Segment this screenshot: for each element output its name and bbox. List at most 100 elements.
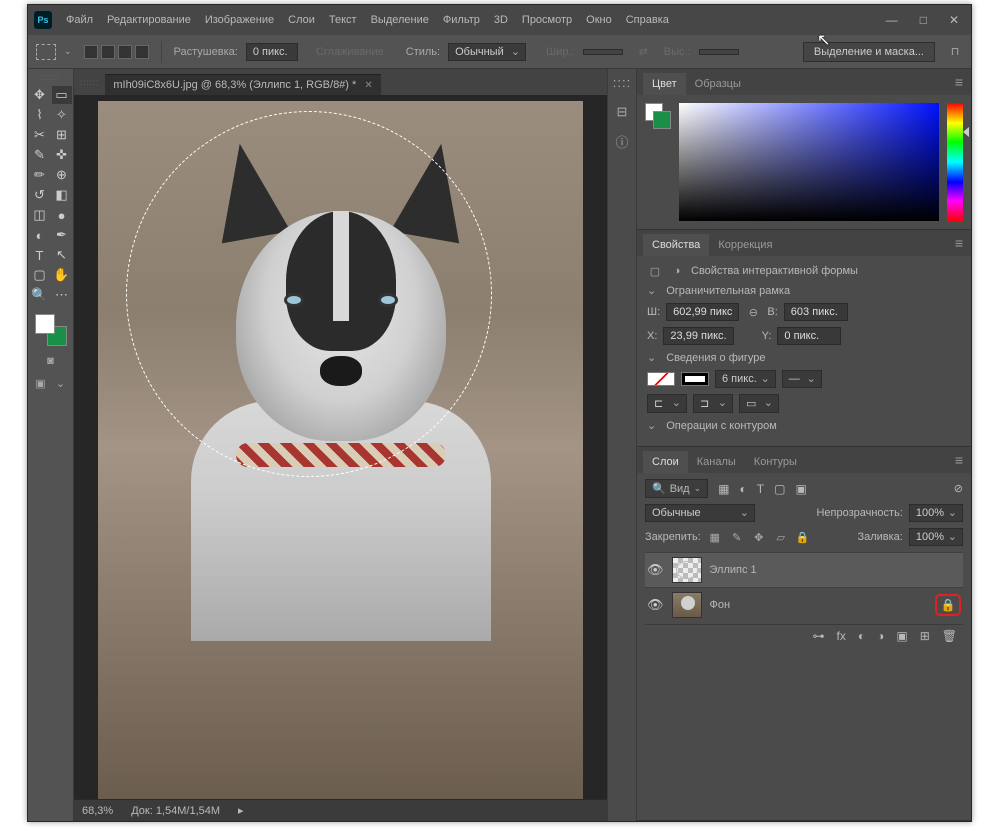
zoom-tool-icon[interactable]: 🔍 xyxy=(30,286,50,304)
tab-layers[interactable]: Слои xyxy=(643,451,688,473)
history-brush-tool-icon[interactable]: ↺ xyxy=(30,186,50,204)
layer-mask-icon[interactable]: ◐ xyxy=(858,629,865,643)
quickmask-icon[interactable]: ◙ xyxy=(42,354,60,368)
hue-slider[interactable] xyxy=(947,103,963,221)
stroke-preview[interactable] xyxy=(681,372,709,386)
grab-handle-icon[interactable]: :::::: xyxy=(80,78,99,87)
marquee-tool-icon[interactable] xyxy=(36,44,56,60)
move-tool-icon[interactable]: ✥ xyxy=(30,86,50,104)
corner-select[interactable]: ⊐ xyxy=(693,394,733,413)
status-arrow-icon[interactable]: ▸ xyxy=(238,804,244,817)
filter-shape-icon[interactable]: ▢ xyxy=(774,482,785,496)
doc-info[interactable]: Док: 1,54M/1,54M xyxy=(131,805,220,817)
panel-menu-icon[interactable]: ≡ xyxy=(955,74,963,90)
frame-tool-icon[interactable]: ⊞ xyxy=(52,126,72,144)
menu-window[interactable]: Окно xyxy=(586,14,612,26)
blur-tool-icon[interactable]: ● xyxy=(52,206,72,224)
menu-filter[interactable]: Фильтр xyxy=(443,14,480,26)
selection-add-icon[interactable] xyxy=(101,45,115,59)
layer-row[interactable]: 👁 Фон 🔒 xyxy=(645,587,963,622)
bbox-section[interactable]: Ограничительная рамка xyxy=(666,285,790,297)
layer-thumbnail[interactable] xyxy=(672,592,702,618)
gradient-tool-icon[interactable]: ◫ xyxy=(30,206,50,224)
lock-all-icon[interactable]: 🔒 xyxy=(795,530,811,544)
align-select[interactable]: ▭ xyxy=(739,394,779,413)
color-field[interactable] xyxy=(679,103,939,221)
marquee-tool-icon[interactable]: ▭ xyxy=(52,86,72,104)
layer-name[interactable]: Эллипс 1 xyxy=(710,564,757,576)
layer-row[interactable]: 👁 Эллипс 1 xyxy=(645,552,963,587)
x-input[interactable]: 23,99 пикс. xyxy=(663,327,733,345)
width-input[interactable]: 602,99 пикс xyxy=(666,303,739,321)
grab-handle-icon[interactable]: :::: xyxy=(613,75,631,90)
select-and-mask-button[interactable]: Выделение и маска... xyxy=(803,42,935,62)
menu-layers[interactable]: Слои xyxy=(288,14,315,26)
layer-name[interactable]: Фон xyxy=(710,599,731,611)
shape-section[interactable]: Сведения о фигуре xyxy=(666,352,765,364)
layer-search[interactable]: 🔍Вид⌄ xyxy=(645,479,708,498)
screen-mode-dropdown-icon[interactable]: ⌄ xyxy=(52,376,70,390)
tab-swatches[interactable]: Образцы xyxy=(686,73,750,95)
adjustment-layer-icon[interactable]: ◑ xyxy=(877,629,884,643)
layer-fx-icon[interactable]: fx xyxy=(837,629,846,643)
lasso-tool-icon[interactable]: ⌇ xyxy=(30,106,50,124)
filter-pixel-icon[interactable]: ▦ xyxy=(718,482,729,496)
close-button[interactable]: ✕ xyxy=(949,13,959,27)
dodge-tool-icon[interactable]: ◐ xyxy=(30,226,50,244)
background-color-icon[interactable] xyxy=(653,111,671,129)
lock-artboard-icon[interactable]: ▱ xyxy=(773,530,789,544)
canvas[interactable]: 68,3% Док: 1,54M/1,54M ▸ xyxy=(74,95,607,821)
foreground-color-icon[interactable] xyxy=(35,314,55,334)
color-swatch-mini[interactable] xyxy=(645,103,671,129)
menu-edit[interactable]: Редактирование xyxy=(107,14,191,26)
group-icon[interactable]: ▣ xyxy=(896,629,907,643)
healing-tool-icon[interactable]: ✜ xyxy=(52,146,72,164)
tab-paths[interactable]: Контуры xyxy=(745,451,806,473)
grab-handle-icon[interactable]: :::::: xyxy=(41,73,60,82)
selection-intersect-icon[interactable] xyxy=(135,45,149,59)
info-panel-icon[interactable]: ⓘ xyxy=(615,132,628,151)
lock-position-icon[interactable]: ✥ xyxy=(751,530,767,544)
menu-3d[interactable]: 3D xyxy=(494,14,508,26)
options-overflow-icon[interactable]: ⊓ xyxy=(947,45,963,59)
artboard[interactable] xyxy=(98,101,583,799)
hand-tool-icon[interactable]: ✋ xyxy=(52,266,72,284)
magic-wand-tool-icon[interactable]: ✧ xyxy=(52,106,72,124)
tab-properties[interactable]: Свойства xyxy=(643,234,709,256)
rectangle-tool-icon[interactable]: ▢ xyxy=(30,266,50,284)
more-tools-icon[interactable]: ⋯ xyxy=(52,286,72,304)
eyedropper-tool-icon[interactable]: ✎ xyxy=(30,146,50,164)
minimize-button[interactable]: — xyxy=(886,13,898,27)
feather-input[interactable]: 0 пикс. xyxy=(246,43,298,61)
stroke-width-select[interactable]: 6 пикс. xyxy=(715,370,776,388)
lock-pixels-icon[interactable]: ✎ xyxy=(729,530,745,544)
document-tab[interactable]: mIh09iC8x6U.jpg @ 68,3% (Эллипс 1, RGB/8… xyxy=(105,74,380,95)
lock-transparency-icon[interactable]: ▦ xyxy=(707,530,723,544)
chevron-down-icon[interactable]: ⌄ xyxy=(647,284,656,297)
pen-tool-icon[interactable]: ✒ xyxy=(52,226,72,244)
zoom-level[interactable]: 68,3% xyxy=(82,805,113,817)
color-swatch[interactable] xyxy=(35,314,67,346)
tab-adjustments[interactable]: Коррекция xyxy=(709,234,781,256)
filter-smart-icon[interactable]: ▣ xyxy=(795,482,806,496)
menu-select[interactable]: Выделение xyxy=(371,14,429,26)
panel-menu-icon[interactable]: ≡ xyxy=(955,235,963,251)
link-layers-icon[interactable]: ⊶ xyxy=(813,629,825,643)
delete-layer-icon[interactable]: 🗑 xyxy=(942,629,957,643)
visibility-icon[interactable]: 👁 xyxy=(647,597,664,613)
path-select-tool-icon[interactable]: ↖ xyxy=(52,246,72,264)
blend-mode-select[interactable]: Обычные xyxy=(645,504,755,522)
visibility-icon[interactable]: 👁 xyxy=(647,562,664,578)
filter-toggle-icon[interactable]: ⊘ xyxy=(954,482,963,495)
menu-text[interactable]: Текст xyxy=(329,14,357,26)
eraser-tool-icon[interactable]: ◧ xyxy=(52,186,72,204)
selection-new-icon[interactable] xyxy=(84,45,98,59)
menu-help[interactable]: Справка xyxy=(626,14,669,26)
menu-view[interactable]: Просмотр xyxy=(522,14,572,26)
maximize-button[interactable]: □ xyxy=(920,13,927,27)
selection-subtract-icon[interactable] xyxy=(118,45,132,59)
tab-close-icon[interactable]: ✕ xyxy=(364,80,372,91)
tool-preset-dropdown-icon[interactable]: ⌄ xyxy=(64,46,72,57)
crop-tool-icon[interactable]: ✂ xyxy=(30,126,50,144)
panel-menu-icon[interactable]: ≡ xyxy=(955,452,963,468)
